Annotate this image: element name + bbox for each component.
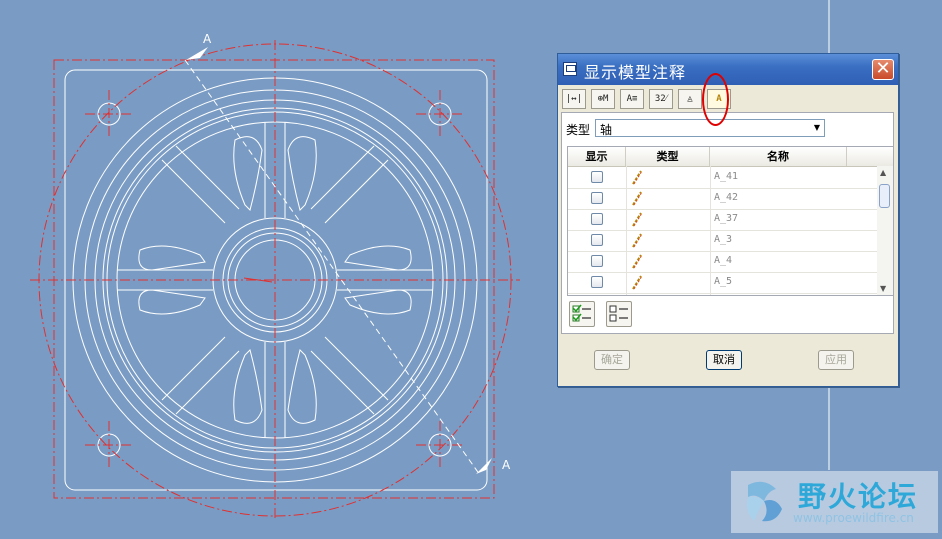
gtol-tab-icon[interactable]: ⊕M: [591, 89, 615, 109]
chevron-down-icon[interactable]: ▼: [810, 120, 824, 136]
table-row[interactable]: A_42: [568, 188, 878, 210]
show-annotations-dialog: 显示模型注释 ✕ |↔| ⊕M A≡ 32⁄ ◬ A 类型 轴 ▼ 显示 类型 …: [557, 53, 899, 387]
annotation-name: A_42: [714, 192, 739, 203]
show-checkbox[interactable]: [591, 234, 603, 246]
show-checkbox[interactable]: [591, 255, 603, 267]
table-row[interactable]: A_41: [568, 167, 878, 189]
show-checkbox[interactable]: [591, 276, 603, 288]
column-show[interactable]: 显示: [568, 147, 626, 166]
table-row[interactable]: A_5: [568, 272, 878, 294]
axis-type-icon: [630, 275, 644, 290]
dialog-title: 显示模型注释: [584, 63, 687, 82]
dimension-tab-icon[interactable]: |↔|: [562, 89, 586, 109]
section-label-bottom: A: [502, 458, 511, 472]
deselect-all-button[interactable]: [606, 301, 632, 327]
table-header: 显示 类型 名称: [568, 147, 893, 167]
annotation-name: A_3: [714, 234, 733, 245]
section-label-top: A: [203, 32, 212, 46]
table-row[interactable]: A_3: [568, 230, 878, 252]
apply-button[interactable]: 应用: [818, 350, 854, 370]
ok-button[interactable]: 确定: [594, 350, 630, 370]
select-all-button[interactable]: [569, 301, 595, 327]
table-row[interactable]: A_37: [568, 209, 878, 231]
table-scrollbar[interactable]: ▲ ▼: [877, 166, 893, 295]
deselect-all-icon: [609, 305, 628, 322]
type-select-value: 轴: [600, 123, 613, 137]
axis-type-icon: [630, 170, 644, 185]
datum-frame: [53, 59, 495, 499]
watermark: 野火论坛 www.proewildfire.cn: [731, 471, 938, 533]
surface-finish-tab-icon[interactable]: 32⁄: [649, 89, 673, 109]
note-tab-icon[interactable]: A≡: [620, 89, 644, 109]
annotation-panel: 类型 轴 ▼ 显示 类型 名称 A_41 A_42 A_37 A_3 A_4 A_5 ▲ …: [561, 112, 894, 334]
column-type[interactable]: 类型: [626, 147, 710, 166]
watermark-title: 野火论坛: [798, 480, 919, 513]
annotation-name: A_4: [714, 255, 733, 266]
cancel-button[interactable]: 取消: [706, 350, 742, 370]
dialog-titlebar[interactable]: 显示模型注释 ✕: [558, 54, 898, 85]
show-checkbox[interactable]: [591, 171, 603, 183]
window-icon: [563, 62, 577, 76]
datum-target-tab-icon[interactable]: ◬: [678, 89, 702, 109]
scroll-down-icon[interactable]: ▼: [880, 284, 886, 293]
show-checkbox[interactable]: [591, 213, 603, 225]
axis-type-icon: [630, 191, 644, 206]
annotation-table: 显示 类型 名称 A_41 A_42 A_37 A_3 A_4 A_5 ▲ ▼: [567, 146, 894, 296]
type-label: 类型: [566, 123, 591, 137]
axis-type-icon: [630, 233, 644, 248]
close-button[interactable]: ✕: [872, 59, 894, 80]
datum-axis-tab-icon[interactable]: A: [707, 89, 731, 109]
axis-type-icon: [630, 254, 644, 269]
forum-logo-icon: [746, 481, 782, 522]
watermark-url: www.proewildfire.cn: [793, 511, 914, 525]
type-select[interactable]: 轴 ▼: [595, 119, 825, 137]
annotation-name: A_5: [714, 276, 733, 287]
annotation-name: A_37: [714, 213, 739, 224]
axis-type-icon: [630, 212, 644, 227]
show-checkbox[interactable]: [591, 192, 603, 204]
scroll-thumb[interactable]: [879, 184, 890, 208]
select-all-icon: [572, 304, 591, 322]
column-name[interactable]: 名称: [710, 147, 847, 166]
table-row[interactable]: A_4: [568, 251, 878, 273]
annotation-name: A_41: [714, 171, 739, 182]
scroll-up-icon[interactable]: ▲: [880, 168, 886, 177]
